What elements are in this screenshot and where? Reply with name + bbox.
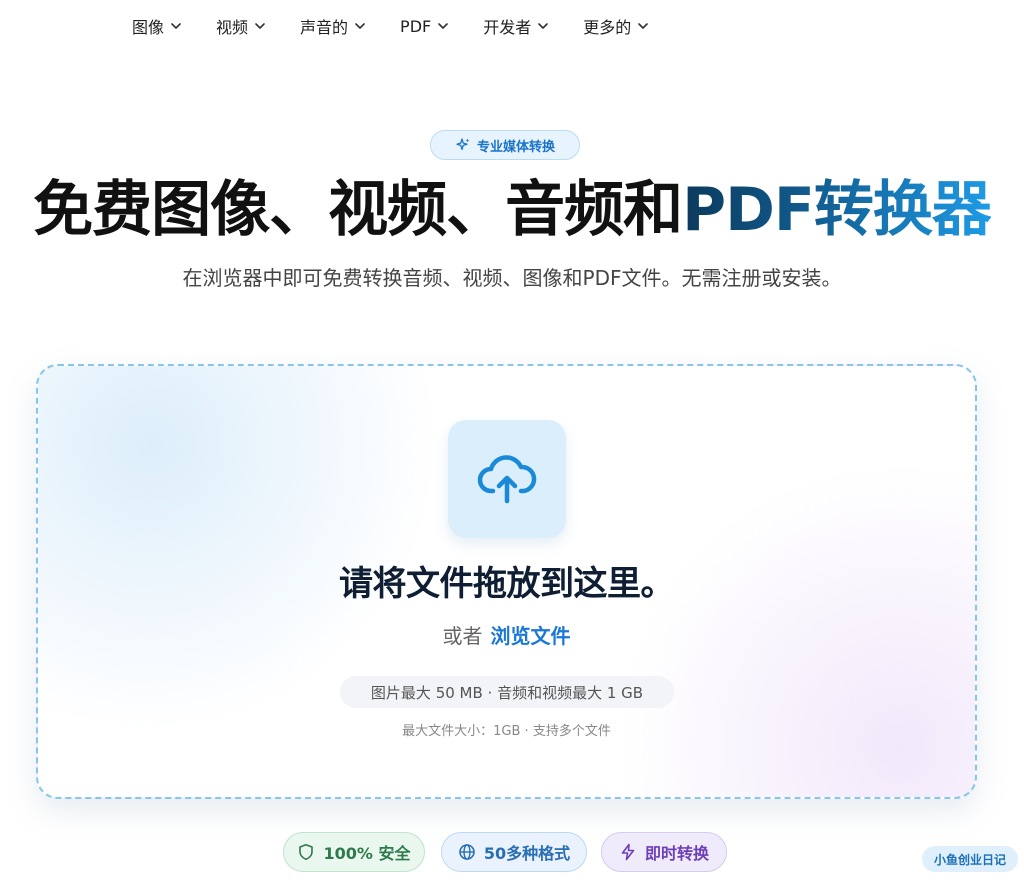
or-text: 或者 <box>442 624 483 648</box>
chevron-down-icon <box>255 23 265 29</box>
nav-item-label: 声音的 <box>300 18 349 37</box>
nav-item-images[interactable]: 图像 <box>132 14 182 38</box>
top-nav: 图像 视频 声音的 PDF 开发者 更多的 <box>132 14 683 38</box>
nav-item-label: PDF <box>400 16 432 36</box>
nav-item-audio[interactable]: 声音的 <box>300 14 366 38</box>
chevron-down-icon <box>171 23 181 29</box>
nav-item-more[interactable]: 更多的 <box>583 14 649 38</box>
cloud-upload-icon <box>477 455 537 504</box>
nav-item-developer[interactable]: 开发者 <box>483 14 549 38</box>
upload-tile[interactable] <box>448 420 566 538</box>
chevron-down-icon <box>538 23 549 29</box>
feature-pill-instant: 即时转换 <box>601 832 727 872</box>
file-limits-badge: 图片最大 50 MB · 音频和视频最大 1 GB <box>340 676 674 708</box>
browse-files-link[interactable]: 浏览文件 <box>491 624 571 648</box>
nav-item-video[interactable]: 视频 <box>216 14 266 38</box>
feature-label: 100% 安全 <box>323 844 411 863</box>
title-plain: 免费图像、视频、音频和 <box>33 175 683 245</box>
hero-badge-label: 专业媒体转换 <box>476 139 555 155</box>
nav-item-label: 图像 <box>132 18 165 37</box>
nav-item-label: 视频 <box>216 18 249 37</box>
feature-pill-formats: 50多种格式 <box>441 832 587 872</box>
title-accent: PDF转换器 <box>682 175 992 245</box>
lightning-icon <box>621 843 635 861</box>
file-dropzone[interactable]: 请将文件拖放到这里。 或者 浏览文件 图片最大 50 MB · 音频和视频最大 1… <box>36 364 977 799</box>
globe-icon <box>459 844 475 860</box>
feature-label: 即时转换 <box>644 844 709 863</box>
feature-label: 50多种格式 <box>483 844 571 863</box>
nav-item-pdf[interactable]: PDF <box>400 14 449 38</box>
page: 图像 视频 声音的 PDF 开发者 更多的 专业媒体转换 免费图像、视频、音频和… <box>0 0 1024 880</box>
dropzone-title: 请将文件拖放到这里。 <box>339 564 675 604</box>
dropzone-or-line: 或者 浏览文件 <box>38 620 975 649</box>
hero-subtitle: 在浏览器中即可免费转换音频、视频、图像和PDF文件。无需注册或安装。 <box>182 266 842 290</box>
nav-item-label: 开发者 <box>483 18 532 37</box>
nav-item-label: 更多的 <box>583 18 632 37</box>
chevron-down-icon <box>638 23 649 29</box>
chevron-down-icon <box>438 23 449 29</box>
file-size-note: 最大文件大小：1GB · 支持多个文件 <box>402 724 611 739</box>
shield-icon <box>299 844 314 860</box>
sparkles-icon <box>456 138 470 151</box>
feature-pill-secure: 100% 安全 <box>283 832 425 872</box>
chevron-down-icon <box>355 23 365 29</box>
page-title: 免费图像、视频、音频和PDF转换器 <box>0 172 1024 248</box>
hero-badge: 专业媒体转换 <box>430 130 580 160</box>
watermark-label: 小鱼创业日记 <box>922 846 1018 872</box>
